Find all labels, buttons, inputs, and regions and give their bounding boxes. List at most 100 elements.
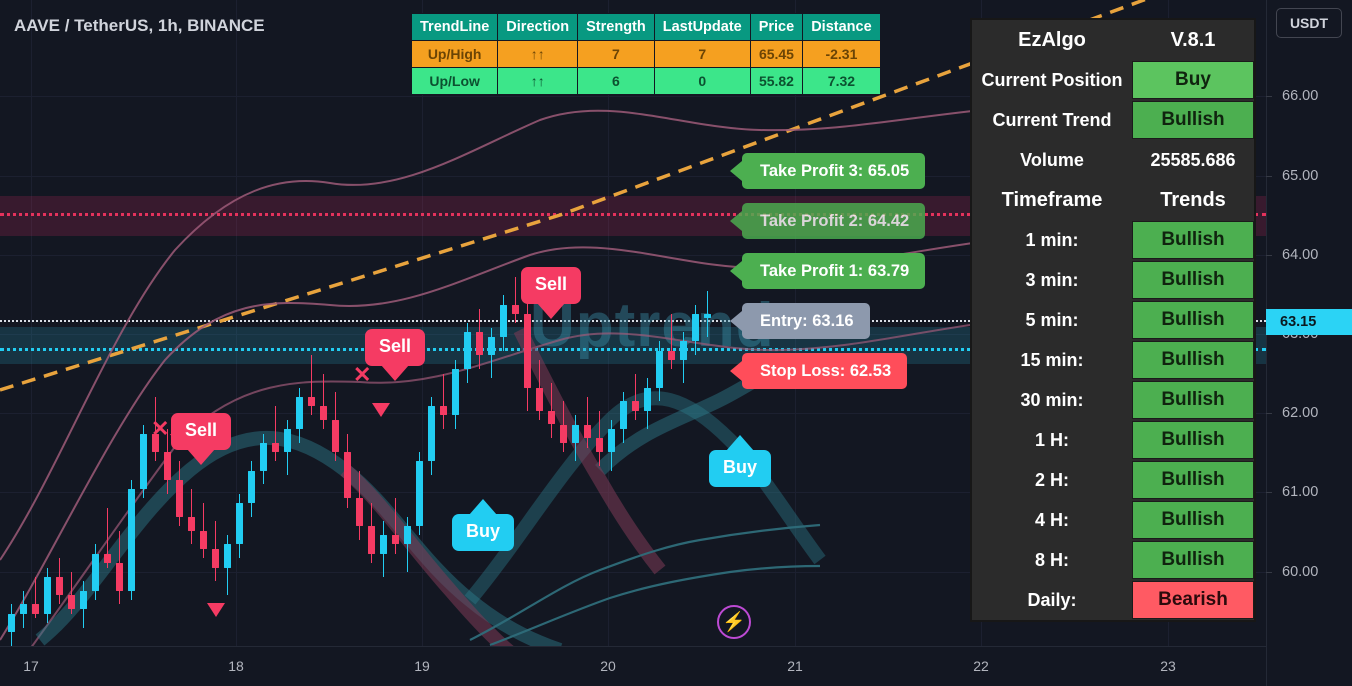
ezalgo-volume-row: Volume 25585.686	[972, 140, 1254, 180]
trendline-table-header: TrendLine Direction Strength LastUpdate Pric…	[410, 13, 881, 41]
trendline-col-header: Price	[749, 13, 804, 41]
price-axis[interactable]: USDT 66.0065.0064.0063.0062.0061.0060.00…	[1266, 0, 1352, 686]
trendline-table-row: Up/Low ↑↑ 6 0 55.82 7.32	[410, 67, 881, 95]
stop-loss-label: Stop Loss: 62.53	[760, 361, 892, 380]
take-profit-2-label: Take Profit 2: 64.42	[760, 211, 910, 230]
time-tick: 23	[1160, 658, 1176, 674]
timeframe-label: 2 H:	[1034, 469, 1069, 490]
take-profit-1-label: Take Profit 1: 63.79	[760, 261, 910, 280]
time-tick: 20	[600, 658, 616, 674]
ezalgo-position-row: Current Position Buy	[972, 60, 1254, 100]
timeframe-label: 1 min:	[1025, 229, 1079, 250]
trendline-cell: 6	[577, 67, 655, 95]
timeframe-label: 5 min:	[1025, 309, 1079, 330]
trendline-table-row: Up/High ↑↑ 7 7 65.45 -2.31	[410, 40, 881, 68]
price-tick: 66.00	[1266, 88, 1352, 104]
trendline-table: TrendLine Direction Strength LastUpdate Pric…	[410, 13, 881, 95]
trend-value: Bullish	[1132, 421, 1254, 459]
trendline-col-header: LastUpdate	[653, 13, 751, 41]
ezalgo-trend-row: Current Trend Bullish	[972, 100, 1254, 140]
trendline-cell: 0	[653, 67, 751, 95]
ezalgo-row: 15 min: Bullish	[972, 340, 1254, 380]
time-tick: 19	[414, 658, 430, 674]
timeframe-label: 3 min:	[1025, 269, 1079, 290]
trend-value: Bullish	[1132, 541, 1254, 579]
entry-label: Entry: 63.16	[760, 311, 854, 330]
ezalgo-table-header: Timeframe Trends	[972, 180, 1254, 220]
trendline-cell: 7	[577, 40, 655, 68]
trendline-col-header: Distance	[802, 13, 881, 41]
ezalgo-version: V.8.1	[1170, 28, 1216, 51]
take-profit-3-flag[interactable]: Take Profit 3: 65.05	[742, 153, 926, 189]
timeframe-label: 30 min:	[1020, 389, 1084, 410]
timeframe-label: 8 H:	[1034, 549, 1069, 570]
current-price-badge: 63.15	[1266, 309, 1352, 335]
trend-value: Bullish	[1132, 261, 1254, 299]
time-tick: 21	[787, 658, 803, 674]
timeframe-label: 15 min:	[1020, 349, 1084, 370]
price-tick: 61.00	[1266, 484, 1352, 500]
sell-triangle-icon	[207, 603, 225, 617]
trends-header: Trends	[1160, 188, 1226, 211]
ezalgo-title: EzAlgo	[1018, 28, 1086, 51]
ezalgo-row: 4 H: Bullish	[972, 500, 1254, 540]
ezalgo-title-row: EzAlgo V.8.1	[972, 20, 1254, 60]
price-tick: 65.00	[1266, 168, 1352, 184]
trend-value: Bearish	[1132, 581, 1254, 619]
sell-signal-marker[interactable]: Sell	[521, 267, 582, 304]
volume-value: 25585.686	[1150, 149, 1236, 170]
trendline-cell: ↑↑	[497, 40, 579, 68]
price-tick: 60.00	[1266, 564, 1352, 580]
time-tick: 18	[228, 658, 244, 674]
current-trend-value: Bullish	[1132, 101, 1254, 139]
trendline-col-header: Strength	[577, 13, 655, 41]
stop-loss-flag[interactable]: Stop Loss: 62.53	[742, 353, 908, 389]
trendline-col-header: TrendLine	[410, 13, 499, 41]
trendline-cell: ↑↑	[497, 67, 579, 95]
price-tick: 62.00	[1266, 405, 1352, 421]
trend-value: Bullish	[1132, 381, 1254, 419]
time-tick: 22	[973, 658, 989, 674]
trendline-cell: Up/Low	[410, 67, 499, 95]
ezalgo-row: 2 H: Bullish	[972, 460, 1254, 500]
price-tick: 64.00	[1266, 247, 1352, 263]
timeframe-label: 1 H:	[1034, 429, 1069, 450]
timeframe-label: 4 H:	[1034, 509, 1069, 530]
currency-badge[interactable]: USDT	[1276, 8, 1342, 38]
ezalgo-timeframe-rows: 1 min: Bullish 3 min: Bullish 5 min: Bullish 1…	[972, 220, 1254, 620]
trend-value: Bullish	[1132, 221, 1254, 259]
take-profit-3-label: Take Profit 3: 65.05	[760, 161, 910, 180]
trend-value: Bullish	[1132, 461, 1254, 499]
exit-x-icon: ✕	[353, 362, 372, 387]
ezalgo-row: 1 min: Bullish	[972, 220, 1254, 260]
sell-triangle-icon	[372, 403, 390, 417]
take-profit-1-flag[interactable]: Take Profit 1: 63.79	[742, 253, 926, 289]
trendline-cell: Up/High	[410, 40, 499, 68]
timeframe-label: Daily:	[1027, 589, 1077, 610]
symbol-title[interactable]: AAVE / TetherUS, 1h, BINANCE	[14, 16, 265, 36]
buy-signal-marker[interactable]: Buy	[709, 450, 772, 487]
buy-signal-marker[interactable]: Buy	[452, 514, 515, 551]
trendline-cell: 55.82	[749, 67, 804, 95]
trendline-cell: 7.32	[802, 67, 881, 95]
exit-x-icon: ✕	[151, 416, 170, 441]
current-trend-label: Current Trend	[992, 109, 1112, 130]
sell-signal-marker[interactable]: Sell	[365, 329, 426, 366]
time-axis[interactable]: 17 18 19 20 21 22 23	[0, 646, 1266, 686]
trend-value: Bullish	[1132, 341, 1254, 379]
trading-chart-root: Uptrend ⚡ Sell Sell Sell Buy Buy ✕ ✕ AAVE / Te…	[0, 0, 1352, 686]
trendline-col-header: Direction	[497, 13, 579, 41]
ezalgo-row: 5 min: Bullish	[972, 300, 1254, 340]
ezalgo-row: 30 min: Bullish	[972, 380, 1254, 420]
trendline-cell: 65.45	[749, 40, 804, 68]
sell-signal-marker[interactable]: Sell	[171, 413, 232, 450]
ezalgo-row: 8 H: Bullish	[972, 540, 1254, 580]
take-profit-2-flag[interactable]: Take Profit 2: 64.42	[742, 203, 926, 239]
trend-value: Bullish	[1132, 301, 1254, 339]
current-position-value: Buy	[1132, 61, 1254, 99]
time-tick: 17	[23, 658, 39, 674]
timeframe-header: Timeframe	[1001, 188, 1103, 211]
entry-flag[interactable]: Entry: 63.16	[742, 303, 870, 339]
ezalgo-panel: EzAlgo V.8.1 Current Position Buy Curren…	[970, 18, 1256, 622]
volume-label: Volume	[1020, 149, 1084, 170]
